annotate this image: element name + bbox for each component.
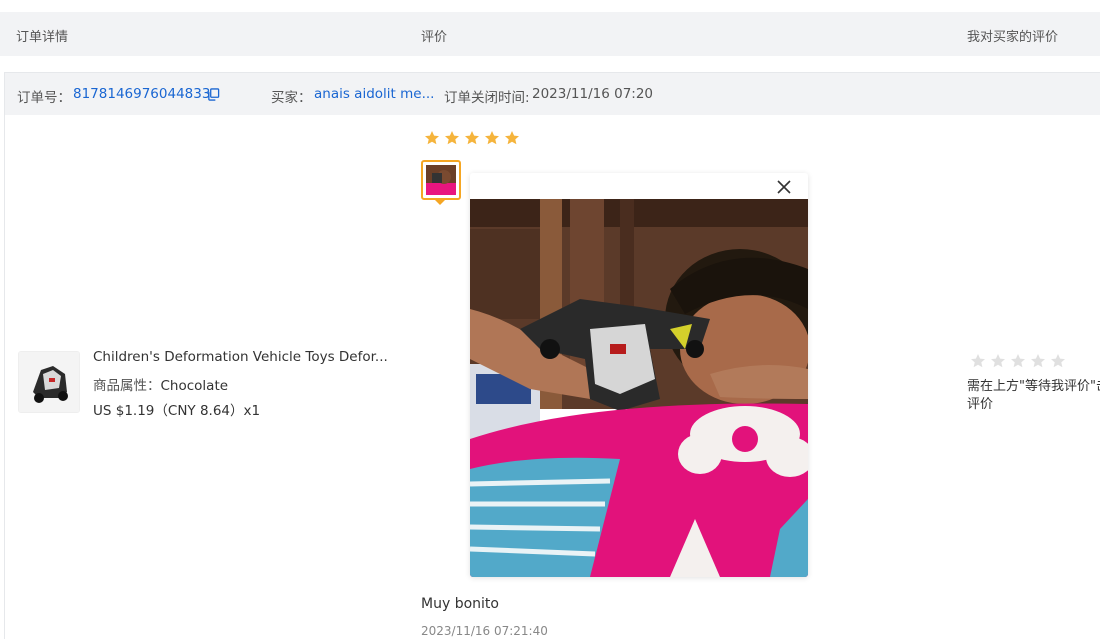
order-number-link[interactable]: 8178146976044833 bbox=[73, 86, 210, 102]
buyer-star-icon-4 bbox=[485, 131, 499, 145]
review-photo[interactable] bbox=[470, 199, 808, 577]
review-timestamp: 2023/11/16 07:21:40 bbox=[421, 624, 548, 638]
seller-star-icon-1[interactable] bbox=[970, 353, 986, 369]
seller-rating-stars[interactable] bbox=[970, 353, 1066, 369]
review-thumbnail-image bbox=[426, 165, 456, 195]
buyer-name-link[interactable]: anais aidolit me... bbox=[314, 86, 434, 102]
buyer-rating-stars bbox=[424, 130, 520, 146]
seller-star-icon-3[interactable] bbox=[1010, 353, 1026, 369]
buyer-star-icon-1 bbox=[425, 131, 439, 145]
buyer-star-icon-2 bbox=[445, 131, 459, 145]
product-title[interactable]: Children's Deformation Vehicle Toys Defo… bbox=[93, 349, 388, 365]
order-info-bar: 订单号： 8178146976044833 买家： anais aidolit … bbox=[5, 73, 1100, 115]
product-attribute-value: Chocolate bbox=[160, 378, 229, 394]
buyer-star-icon-3 bbox=[465, 131, 479, 145]
review-text: Muy bonito bbox=[421, 596, 499, 612]
seller-review-hint: 需在上方"等待我评价"击评价 bbox=[967, 379, 1100, 412]
seller-star-icon-4[interactable] bbox=[1030, 353, 1046, 369]
product-price: US $1.19（CNY 8.64）x1 bbox=[93, 403, 261, 419]
product-attribute: 商品属性：Chocolate bbox=[93, 374, 228, 394]
order-number-label: 订单号： bbox=[17, 90, 71, 106]
order-closed-time: 2023/11/16 07:20 bbox=[532, 86, 654, 102]
seller-star-icon-2[interactable] bbox=[990, 353, 1006, 369]
copy-icon[interactable] bbox=[207, 88, 220, 101]
review-image-preview bbox=[470, 173, 808, 577]
order-closed-label: 订单关闭时间: bbox=[444, 90, 530, 106]
robot-car-toy-image bbox=[19, 352, 79, 412]
product-image[interactable] bbox=[18, 351, 80, 413]
close-icon[interactable] bbox=[774, 177, 794, 197]
table-header: 订单详情 评价 我对买家的评价 bbox=[0, 12, 1100, 56]
thumbnail-pointer bbox=[434, 199, 446, 205]
review-image-thumbnail[interactable] bbox=[421, 160, 461, 200]
seller-star-icon-5[interactable] bbox=[1050, 353, 1066, 369]
buyer-label: 买家： bbox=[271, 90, 312, 106]
buyer-star-icon-5 bbox=[505, 131, 519, 145]
column-header-review: 评价 bbox=[421, 30, 448, 45]
column-header-order-details: 订单详情 bbox=[16, 30, 69, 45]
product-attribute-label: 商品属性： bbox=[93, 378, 161, 394]
column-header-my-review: 我对买家的评价 bbox=[967, 30, 1059, 45]
